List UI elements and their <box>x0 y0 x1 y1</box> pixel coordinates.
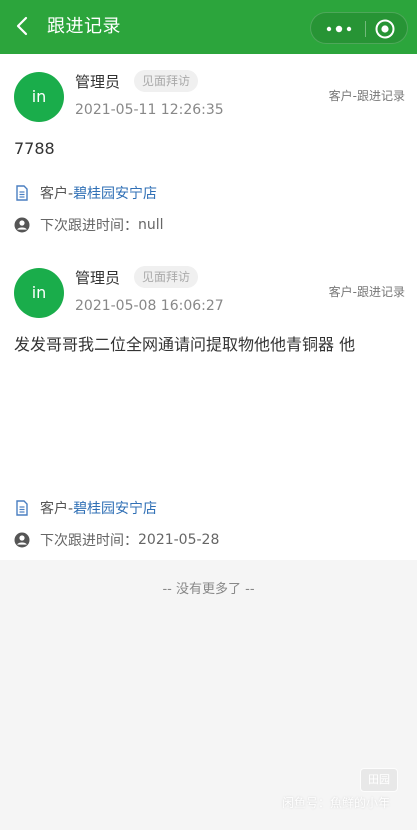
capsule-divider <box>365 21 366 37</box>
more-dots-icon[interactable] <box>322 21 356 37</box>
customer-link[interactable]: 碧桂园安宁店 <box>73 183 157 203</box>
next-follow-up-value: 2021-05-28 <box>138 532 220 548</box>
watermark-badge: 田园 <box>360 768 398 792</box>
avatar: in <box>14 268 64 318</box>
next-follow-up-label: 下次跟进时间： <box>40 218 138 234</box>
chevron-left-icon[interactable] <box>14 16 30 36</box>
record-time: 2021-05-08 16:06:27 <box>75 298 224 314</box>
author-name: 管理员 <box>75 73 121 91</box>
record-content: 7788 <box>14 139 55 158</box>
customer-prefix: 客户- <box>40 501 74 517</box>
record-category: 客户-跟进记录 <box>328 89 405 103</box>
document-icon <box>14 500 30 516</box>
person-icon <box>14 532 30 548</box>
follow-up-record-card[interactable]: in 管理员 见面拜访 2021-05-11 12:26:35 客户-跟进记录 … <box>0 54 417 250</box>
avatar: in <box>14 72 64 122</box>
next-follow-up-label: 下次跟进时间： <box>40 533 138 549</box>
record-time: 2021-05-11 12:26:35 <box>75 102 224 118</box>
navigation-bar: 跟进记录 <box>0 0 417 54</box>
follow-up-record-card[interactable]: in 管理员 见面拜访 2021-05-08 16:06:27 客户-跟进记录 … <box>0 250 417 560</box>
visit-type-tag: 见面拜访 <box>134 70 198 92</box>
person-icon <box>14 217 30 233</box>
visit-type-tag: 见面拜访 <box>134 266 198 288</box>
author-name: 管理员 <box>75 269 121 287</box>
customer-prefix: 客户- <box>40 186 74 202</box>
no-more-indicator: -- 没有更多了 -- <box>162 582 255 597</box>
mini-program-capsule <box>310 12 408 44</box>
capsule-close-icon[interactable] <box>374 18 396 40</box>
customer-row[interactable]: 客户- 碧桂园安宁店 <box>14 498 157 518</box>
watermark-text: 闲鱼号：魚鲜的小年 <box>282 796 391 810</box>
record-content: 发发哥哥我二位全网通请问提取物他他青铜器 他 <box>14 335 356 354</box>
watermark: 田园 闲鱼号：魚鲜的小年 <box>282 768 410 818</box>
document-icon <box>14 185 30 201</box>
next-follow-up-row: 下次跟进时间： 2021-05-28 <box>14 530 219 550</box>
next-follow-up-value: null <box>138 217 164 233</box>
customer-link[interactable]: 碧桂园安宁店 <box>73 498 157 518</box>
page-title: 跟进记录 <box>47 16 121 37</box>
next-follow-up-row: 下次跟进时间： null <box>14 215 164 235</box>
record-category: 客户-跟进记录 <box>328 285 405 299</box>
customer-row[interactable]: 客户- 碧桂园安宁店 <box>14 183 157 203</box>
